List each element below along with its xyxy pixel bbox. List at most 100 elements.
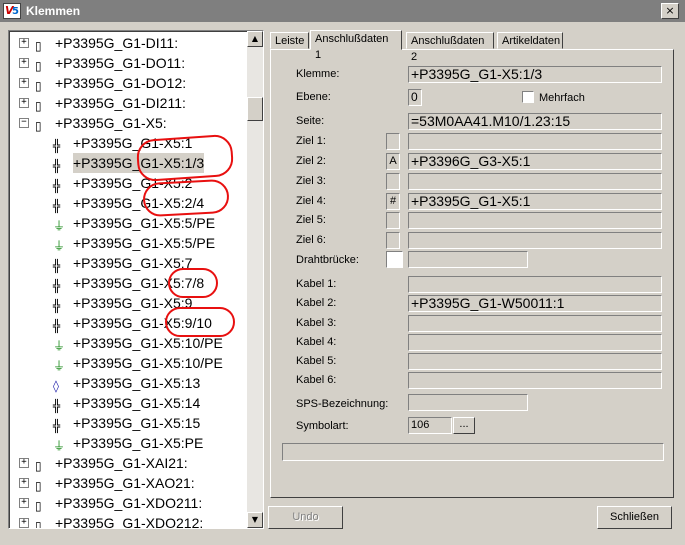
expand-icon[interactable]: + [19, 98, 29, 108]
symbolart-browse-button[interactable]: ... [453, 417, 475, 434]
tree-item[interactable]: ╬ +P3395G_G1-X5:2 [9, 173, 245, 193]
tree-item-label: +P3395G_G1-X5:10/PE [73, 355, 223, 371]
tree-item[interactable]: + ▯ +P3395G_G1-XAI21: [9, 453, 245, 473]
ziel-field[interactable]: +P3395G_G1-X5:1 [408, 193, 662, 210]
tree-item[interactable]: − ▯ +P3395G_G1-X5: [9, 113, 245, 133]
kabel-field[interactable] [408, 334, 662, 351]
expand-icon[interactable]: + [19, 78, 29, 88]
tree-item-label: +P3395G_G1-DO12: [55, 75, 187, 91]
tree-item-label: +P3395G_G1-X5:5/PE [73, 235, 216, 251]
expand-icon[interactable]: + [19, 518, 29, 528]
drahtbruecke-label: Drahtbrücke: [296, 254, 359, 266]
tree-item[interactable]: ⏚ +P3395G_G1-X5:5/PE [9, 233, 245, 253]
kabel-field[interactable] [408, 276, 662, 293]
tree-item[interactable]: + ▯ +P3395G_G1-DO12: [9, 73, 245, 93]
expand-icon[interactable]: + [19, 58, 29, 68]
tree-item[interactable]: ╬ +P3395G_G1-X5:2/4 [9, 193, 245, 213]
tree-item[interactable]: + ▯ +P3395G_G1-DO11: [9, 53, 245, 73]
ziel-flag[interactable] [386, 232, 400, 249]
tree-item[interactable]: + ▯ +P3395G_G1-XDO212: [9, 513, 245, 529]
tree-item-label: +P3395G_G1-XAI21: [55, 455, 188, 471]
scroll-down-icon[interactable]: ▼ [247, 512, 263, 528]
tree-item[interactable]: ╬ +P3395G_G1-X5:15 [9, 413, 245, 433]
tree-item[interactable]: + ▯ +P3395G_G1-XAO21: [9, 473, 245, 493]
tree-item-label: +P3395G_G1-X5:9/10 [73, 315, 212, 331]
tree-item[interactable]: + ▯ +P3395G_G1-DI11: [9, 33, 245, 53]
tree-item[interactable]: ╬ +P3395G_G1-X5:7/8 [9, 273, 245, 293]
ziel-field[interactable] [408, 133, 662, 150]
expand-icon[interactable]: + [19, 498, 29, 508]
tab-artikeldaten[interactable]: Artikeldaten [497, 32, 563, 49]
tab-anschlussdaten-2[interactable]: Anschlußdaten 2 [406, 32, 494, 63]
terminal-tree[interactable]: ▲ ▼ + ▯ +P3395G_G1-DI11: + ▯ +P3395G_G1-DO11:… [8, 30, 264, 529]
kabel-field[interactable] [408, 372, 662, 389]
seite-field[interactable]: =53M0AA41.M10/1.23:15 [408, 113, 662, 130]
drahtbruecke-box[interactable] [386, 251, 403, 268]
ziel-flag[interactable] [386, 133, 400, 150]
tree-scrollbar[interactable]: ▲ ▼ [247, 31, 263, 528]
tree-item-label: +P3395G_G1-X5:7 [73, 255, 193, 271]
ziel-label: Ziel 1: [296, 135, 326, 147]
expand-icon[interactable]: + [19, 458, 29, 468]
tree-item-label: +P3395G_G1-X5:7/8 [73, 275, 205, 291]
klemme-label: Klemme: [296, 68, 340, 80]
tree-item-label: +P3395G_G1-X5:2/4 [73, 195, 205, 211]
tree-item-label: +P3395G_G1-XDO211: [55, 495, 203, 511]
kabel-field[interactable] [408, 315, 662, 332]
sps-label: SPS-Bezeichnung: [296, 398, 389, 410]
undo-button[interactable]: Undo [268, 506, 343, 529]
tab-leiste[interactable]: Leiste [270, 32, 309, 49]
ziel-flag[interactable]: A [386, 153, 400, 170]
close-button[interactable]: Schließen [597, 506, 672, 529]
block-icon: ▯ [35, 519, 42, 529]
expand-icon[interactable]: + [19, 38, 29, 48]
ziel-flag[interactable] [386, 212, 400, 229]
kabel-label: Kabel 6: [296, 374, 337, 386]
kabel-label: Kabel 3: [296, 317, 337, 329]
scroll-up-icon[interactable]: ▲ [247, 31, 263, 47]
tree-item[interactable]: ⏚ +P3395G_G1-X5:PE [9, 433, 245, 453]
tree-item[interactable]: ⏚ +P3395G_G1-X5:10/PE [9, 333, 245, 353]
mehrfach-checkbox[interactable] [522, 91, 534, 103]
ziel-label: Ziel 2: [296, 155, 326, 167]
ziel-flag[interactable]: # [386, 193, 400, 210]
scroll-thumb[interactable] [247, 97, 263, 121]
expand-icon[interactable]: + [19, 478, 29, 488]
ziel-field[interactable]: +P3396G_G3-X5:1 [408, 153, 662, 170]
tree-item-label: +P3395G_G1-X5:1/3 [73, 153, 205, 173]
tree-item[interactable]: ╬ +P3395G_G1-X5:7 [9, 253, 245, 273]
tree-item[interactable]: ╬ +P3395G_G1-X5:14 [9, 393, 245, 413]
ziel-label: Ziel 6: [296, 234, 326, 246]
klemme-field[interactable]: +P3395G_G1-X5:1/3 [408, 66, 662, 83]
ziel-field[interactable] [408, 212, 662, 229]
tree-item[interactable]: ⏚ +P3395G_G1-X5:10/PE [9, 353, 245, 373]
ziel-flag[interactable] [386, 173, 400, 190]
ziel-label: Ziel 4: [296, 195, 326, 207]
tree-item[interactable]: ╬ +P3395G_G1-X5:1/3 [9, 153, 245, 173]
tree-item[interactable]: ╬ +P3395G_G1-X5:1 [9, 133, 245, 153]
tree-item[interactable]: + ▯ +P3395G_G1-DI211: [9, 93, 245, 113]
tree-item-label: +P3395G_G1-X5: [55, 115, 167, 131]
tree-item[interactable]: ◊ +P3395G_G1-X5:13 [9, 373, 245, 393]
symbolart-field[interactable]: 106 [408, 417, 452, 434]
app-logo-icon: V5 [3, 3, 21, 19]
tree-item[interactable]: ╬ +P3395G_G1-X5:9 [9, 293, 245, 313]
ebene-field[interactable]: 0 [408, 89, 422, 106]
tree-item-label: +P3395G_G1-X5:2 [73, 175, 193, 191]
kabel-field[interactable] [408, 353, 662, 370]
title-bar: V5 Klemmen × [0, 0, 685, 22]
collapse-icon[interactable]: − [19, 118, 29, 128]
tab-anschlussdaten-1[interactable]: Anschlußdaten 1 [310, 30, 402, 61]
tree-item[interactable]: ⏚ +P3395G_G1-X5:5/PE [9, 213, 245, 233]
ziel-field[interactable] [408, 173, 662, 190]
close-icon[interactable]: × [661, 3, 679, 19]
ziel-field[interactable] [408, 232, 662, 249]
tree-item[interactable]: ╬ +P3395G_G1-X5:9/10 [9, 313, 245, 333]
drahtbruecke-field[interactable] [408, 251, 528, 268]
tree-item-label: +P3395G_G1-X5:9 [73, 295, 193, 311]
sps-field[interactable] [408, 394, 528, 411]
tree-item-label: +P3395G_G1-XDO212: [55, 515, 204, 529]
symbolart-label: Symbolart: [296, 420, 349, 432]
kabel-field[interactable]: +P3395G_G1-W50011:1 [408, 295, 662, 312]
tree-item[interactable]: + ▯ +P3395G_G1-XDO211: [9, 493, 245, 513]
